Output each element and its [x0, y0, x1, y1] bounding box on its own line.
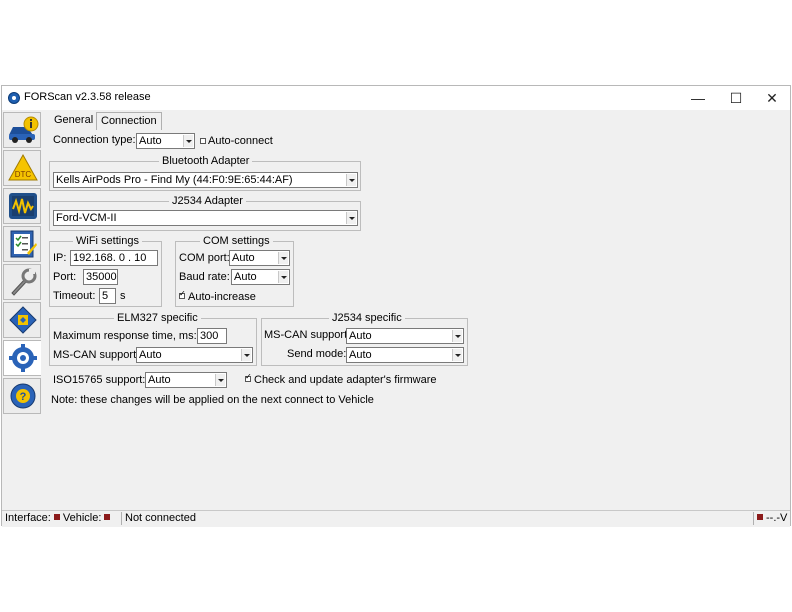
connection-note: Note: these changes will be applied on t…	[51, 394, 374, 406]
elm327-title: ELM327 specific	[114, 312, 201, 325]
bluetooth-adapter-title: Bluetooth Adapter	[159, 155, 253, 168]
chevron-down-icon	[346, 212, 356, 224]
close-button[interactable]: ✕	[754, 86, 790, 110]
chevron-down-icon	[346, 174, 356, 186]
j2534-adapter-value: Ford-VCM-II	[56, 212, 117, 224]
bluetooth-adapter-select[interactable]: Kells AirPods Pro - Find My (44:F0:9E:65…	[53, 172, 358, 188]
voltage-readout: --.-V	[766, 512, 788, 524]
wifi-timeout-input[interactable]: 5	[99, 288, 116, 304]
interface-status-indicator	[53, 514, 60, 521]
sidebar-service[interactable]	[3, 264, 41, 300]
firmware-check-label: Check and update adapter's firmware	[254, 374, 437, 386]
j2534-specific-title: J2534 specific	[329, 312, 405, 325]
j2534-mscan-value: Auto	[349, 330, 372, 342]
max-response-input[interactable]: 300	[197, 328, 227, 344]
voltage-indicator	[757, 514, 763, 521]
sidebar-oscilloscope[interactable]	[3, 188, 41, 224]
connection-type-value: Auto	[139, 135, 162, 147]
send-mode-select[interactable]: Auto	[346, 347, 464, 363]
chevron-down-icon	[278, 271, 288, 283]
auto-increase-label: Auto-increase	[188, 291, 256, 303]
connection-status-text: Not connected	[125, 512, 196, 524]
sidebar: DTC ?	[2, 110, 42, 426]
com-settings-title: COM settings	[200, 235, 273, 248]
baud-rate-label: Baud rate:	[179, 271, 230, 283]
wifi-timeout-label: Timeout:	[53, 290, 96, 302]
j2534-adapter-title: J2534 Adapter	[169, 195, 246, 208]
elm-mscan-select[interactable]: Auto	[136, 347, 253, 363]
sidebar-vehicle-info[interactable]	[3, 112, 41, 148]
com-port-select[interactable]: Auto	[229, 250, 290, 266]
vehicle-info-icon	[9, 116, 39, 143]
chevron-down-icon	[452, 330, 462, 342]
minimize-button[interactable]: —	[680, 86, 716, 110]
oscilloscope-icon	[9, 193, 37, 219]
svg-text:?: ?	[20, 391, 27, 403]
chevron-down-icon	[278, 252, 288, 264]
j2534-adapter-select[interactable]: Ford-VCM-II	[53, 210, 358, 226]
auto-connect-label: Auto-connect	[208, 135, 273, 147]
max-response-label: Maximum response time, ms:	[53, 330, 197, 342]
send-mode-value: Auto	[349, 349, 372, 361]
app-window: FORScan v2.3.58 release — ☐ ✕ DTC ? Gene…	[1, 85, 791, 527]
iso15765-label: ISO15765 support:	[53, 374, 146, 386]
wifi-settings-title: WiFi settings	[73, 235, 142, 248]
vehicle-label: Vehicle:	[62, 512, 102, 524]
chip-icon	[9, 306, 37, 334]
com-port-value: Auto	[232, 252, 255, 264]
tab-connection[interactable]: Connection	[96, 112, 162, 130]
status-connection-cell: Not connected	[125, 512, 754, 525]
auto-connect-checkbox[interactable]	[200, 138, 206, 144]
chevron-down-icon	[241, 349, 251, 361]
iso15765-select[interactable]: Auto	[145, 372, 227, 388]
wifi-timeout-unit: s	[120, 290, 126, 302]
status-voltage-cell: --.-V	[756, 512, 789, 525]
j2534-mscan-select[interactable]: Auto	[346, 328, 464, 344]
help-icon: ?	[10, 383, 36, 409]
tab-general[interactable]: General	[50, 112, 97, 129]
vehicle-status-indicator	[104, 514, 111, 521]
baud-rate-select[interactable]: Auto	[231, 269, 290, 285]
app-logo-icon	[8, 92, 20, 104]
maximize-button[interactable]: ☐	[718, 86, 754, 110]
bluetooth-adapter-value: Kells AirPods Pro - Find My (44:F0:9E:65…	[56, 174, 293, 186]
dtc-icon: DTC	[8, 153, 38, 181]
title-bar: FORScan v2.3.58 release — ☐ ✕	[2, 86, 790, 110]
connection-type-label: Connection type:	[53, 134, 136, 146]
elm-mscan-label: MS-CAN support:	[53, 349, 140, 361]
checklist-icon	[10, 230, 37, 258]
window-title: FORScan v2.3.58 release	[24, 91, 151, 103]
wifi-port-input[interactable]: 35000	[83, 269, 118, 285]
baud-rate-value: Auto	[234, 271, 257, 283]
settings-gear-icon	[9, 344, 37, 372]
sidebar-modules[interactable]	[3, 302, 41, 338]
send-mode-label: Send mode:	[287, 348, 347, 360]
status-interface-vehicle: Interface: Vehicle:	[5, 512, 122, 525]
firmware-check-checkbox[interactable]	[245, 372, 252, 382]
sidebar-help[interactable]: ?	[3, 378, 41, 414]
wifi-port-label: Port:	[53, 271, 77, 283]
status-bar: Interface: Vehicle: Not connected --.-V	[2, 510, 790, 527]
chevron-down-icon	[452, 349, 462, 361]
sidebar-checklist[interactable]	[3, 226, 41, 262]
elm-mscan-value: Auto	[139, 349, 162, 361]
auto-increase-checkbox[interactable]	[179, 289, 186, 299]
com-port-label: COM port:	[179, 252, 230, 264]
wifi-ip-label: IP:	[53, 252, 67, 264]
chevron-down-icon	[183, 135, 193, 147]
connection-type-select[interactable]: Auto	[136, 133, 195, 149]
svg-text:DTC: DTC	[15, 170, 32, 179]
interface-label: Interface:	[5, 512, 51, 524]
wifi-ip-input[interactable]: 192.168. 0 . 10	[70, 250, 158, 266]
j2534-mscan-label: MS-CAN support:	[264, 329, 351, 341]
sidebar-dtc[interactable]: DTC	[3, 150, 41, 186]
wrench-icon	[11, 268, 37, 296]
iso15765-value: Auto	[148, 374, 171, 386]
sidebar-settings[interactable]	[3, 340, 41, 376]
chevron-down-icon	[215, 374, 225, 386]
